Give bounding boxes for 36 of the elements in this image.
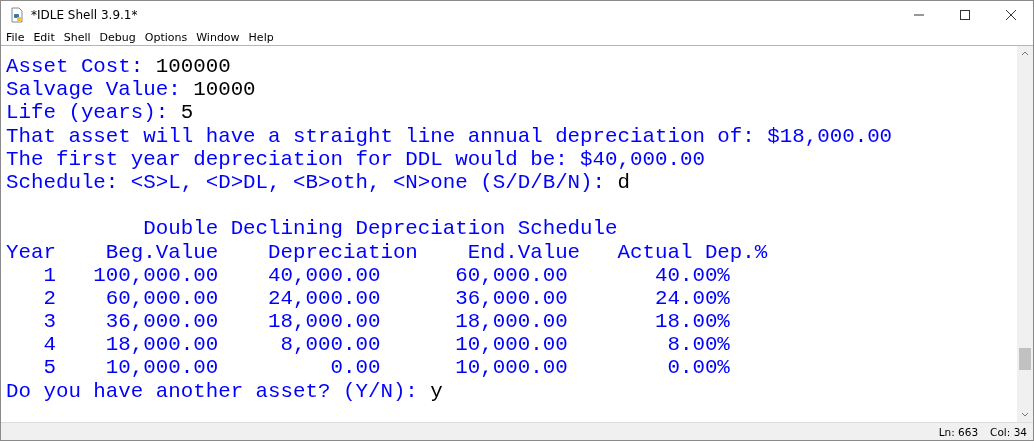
- output-text: 5 10,000.00 0.00 10,000.00 0.00%: [42, 356, 730, 380]
- close-icon[interactable]: [1005, 9, 1017, 21]
- vertical-scrollbar[interactable]: [1017, 46, 1033, 422]
- menu-item[interactable]: Debug: [99, 30, 136, 44]
- scroll-thumb[interactable]: [1019, 348, 1031, 370]
- prompt-text: Life (years):: [6, 101, 170, 125]
- maximize-icon[interactable]: [959, 9, 971, 21]
- typed-text: 100000: [155, 55, 231, 78]
- menu-item[interactable]: File: [6, 30, 25, 44]
- output-text: The first year depreciation for DDL would be: $40,000.00: [6, 147, 705, 171]
- menu-item[interactable]: Edit: [33, 30, 55, 44]
- typed-text: y: [430, 379, 443, 403]
- output-text: 3 36,000.00 18,000.00 18,000.00 18.00%: [42, 310, 730, 334]
- menu-item[interactable]: Window: [196, 30, 240, 44]
- prompt-text: Schedule: <S>L, <D>DL, <B>oth, <N>one (S/D/B/N):: [6, 170, 607, 194]
- typed-text: 5: [180, 101, 194, 125]
- prompt-text: Asset Cost:: [6, 55, 145, 78]
- output-text: 4 18,000.00 8,000.00 10,000.00 8.00%: [42, 333, 730, 357]
- scroll-down-icon[interactable]: [1021, 412, 1029, 418]
- menu-item[interactable]: Options: [144, 30, 188, 44]
- output-text: 1 100,000.00 40,000.00 60,000.00 40.00%: [42, 263, 730, 287]
- output-text: 2 60,000.00 24,000.00 36,000.00 24.00%: [42, 286, 730, 310]
- typed-text: d: [617, 170, 630, 194]
- menu-item[interactable]: Help: [248, 30, 274, 44]
- output-text: Year Beg.Value Depreciation End.Value Actual Dep.%: [6, 240, 768, 264]
- output-text: That asset will have a straight line annual depreciation of: $18,000.00: [6, 124, 893, 148]
- output-text: Double Declining Depreciation Schedule: [142, 217, 618, 241]
- column-number: Col: 34: [990, 425, 1027, 438]
- window-title: *IDLE Shell 3.9.1*: [31, 8, 138, 22]
- prompt-text: Do you have another asset? (Y/N):: [6, 379, 419, 403]
- prompt-text: Salvage Value:: [6, 78, 182, 102]
- menu-item[interactable]: Shell: [63, 30, 91, 44]
- line-number: Ln: 663: [938, 425, 979, 438]
- python-file-icon: [9, 7, 25, 23]
- typed-text: 10000: [193, 78, 256, 102]
- scroll-up-icon[interactable]: [1021, 50, 1029, 56]
